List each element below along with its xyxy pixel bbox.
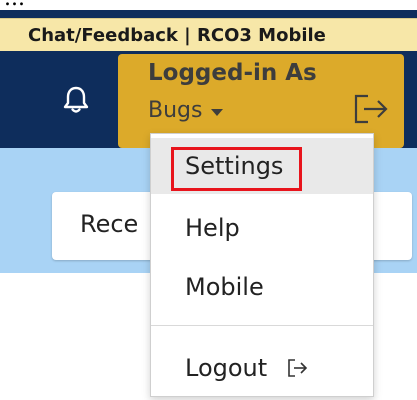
feedback-bar-label[interactable]: Chat/Feedback | RCO3 Mobile [28, 25, 326, 46]
menu-item-logout[interactable]: Logout [151, 340, 373, 396]
menu-item-label: Logout [185, 354, 268, 382]
menu-item-label: Help [185, 214, 240, 242]
logout-icon[interactable] [352, 92, 392, 126]
bell-icon[interactable] [62, 85, 90, 115]
logout-icon [287, 358, 309, 378]
menu-item-mobile[interactable]: Mobile [151, 259, 373, 315]
feedback-bar[interactable]: Chat/Feedback | RCO3 Mobile [0, 18, 417, 51]
account-dropdown-menu: Settings Help Mobile Logout [150, 133, 374, 397]
menu-item-settings[interactable]: Settings [151, 138, 373, 194]
user-dropdown-toggle[interactable]: Bugs [148, 98, 224, 123]
username: Bugs [148, 98, 203, 123]
recent-button-label: Rece [80, 210, 139, 238]
highlight-box [171, 147, 302, 191]
menu-divider [151, 325, 373, 326]
account-title: Logged-in As [148, 60, 317, 86]
menu-item-label: Mobile [185, 273, 264, 301]
clipped-text: ... [4, 0, 25, 10]
caret-down-icon [211, 109, 224, 116]
menu-item-help[interactable]: Help [151, 200, 373, 256]
clipped-page-header: ... [0, 0, 417, 10]
